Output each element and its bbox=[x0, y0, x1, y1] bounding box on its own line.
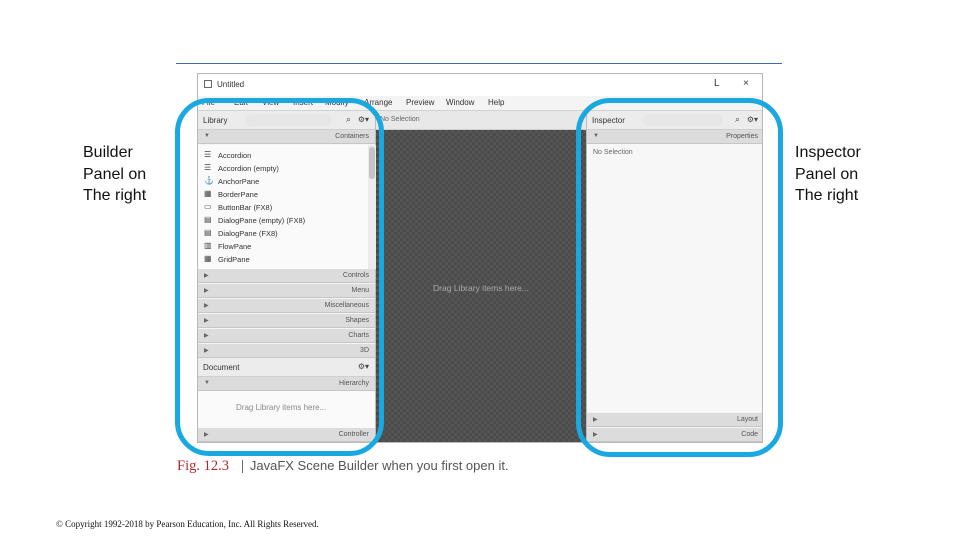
expanded-arrow-icon: ▼ bbox=[204, 133, 210, 139]
section-3d[interactable]: ▶ 3D bbox=[198, 344, 375, 358]
anchorpane-icon: ⚓ bbox=[204, 176, 214, 185]
collapsed-arrow-icon: ▶ bbox=[204, 432, 209, 438]
gear-dropdown-icon[interactable]: ⚙▾ bbox=[358, 362, 369, 371]
canvas-drop-area[interactable]: Drag Library items here... bbox=[376, 130, 586, 442]
library-scrollbar[interactable] bbox=[368, 145, 376, 269]
menu-arrange[interactable]: Arrange bbox=[364, 98, 392, 107]
inspector-body: No Selection bbox=[587, 144, 762, 412]
section-code[interactable]: ▶ Code bbox=[587, 428, 762, 442]
library-item[interactable]: ▭ ButtonBar (FX8) bbox=[202, 201, 362, 214]
menu-modify[interactable]: Modify bbox=[325, 98, 349, 107]
library-item[interactable]: ☰ Accordion (empty) bbox=[202, 162, 362, 175]
collapsed-arrow-icon: ▶ bbox=[593, 432, 598, 438]
library-title: Library bbox=[203, 116, 228, 125]
library-header: Library ⌕ ⚙▾ bbox=[198, 111, 375, 130]
menu-insert[interactable]: Insert bbox=[293, 98, 313, 107]
figure-caption: Fig. 12.3 | JavaFX Scene Builder when you … bbox=[177, 458, 509, 475]
content-canvas: No Selection Drag Library items here... bbox=[376, 111, 586, 442]
section-charts[interactable]: ▶ Charts bbox=[198, 329, 375, 343]
section-menu[interactable]: ▶ Menu bbox=[198, 284, 375, 298]
collapsed-arrow-icon: ▶ bbox=[204, 288, 209, 294]
window-title: Untitled bbox=[217, 80, 245, 89]
collapsed-arrow-icon: ▶ bbox=[204, 318, 209, 324]
scene-builder-window: Untitled L × File Edit View Insert Modif… bbox=[197, 73, 763, 443]
menu-preview[interactable]: Preview bbox=[406, 98, 434, 107]
expanded-arrow-icon: ▼ bbox=[204, 380, 210, 386]
minimize-button[interactable]: L bbox=[714, 78, 720, 89]
flowpane-icon: ▥ bbox=[204, 241, 212, 250]
dialogpane-icon: ▤ bbox=[204, 228, 212, 237]
accordion-icon: ☰ bbox=[204, 163, 212, 172]
section-hierarchy[interactable]: ▼ Hierarchy bbox=[198, 377, 375, 391]
canvas-placeholder: Drag Library items here... bbox=[433, 283, 529, 293]
section-controller[interactable]: ▶ Controller bbox=[198, 428, 375, 442]
accordion-icon: ☰ bbox=[204, 150, 212, 159]
window-icon bbox=[204, 80, 212, 88]
builder-panel-annotation: Builder Panel on The right bbox=[83, 144, 147, 204]
section-shapes[interactable]: ▶ Shapes bbox=[198, 314, 375, 328]
gridpane-icon: ▦ bbox=[204, 254, 212, 263]
collapsed-arrow-icon: ▶ bbox=[204, 333, 209, 339]
inspector-empty-text: No Selection bbox=[593, 149, 633, 156]
section-properties[interactable]: ▼ Properties bbox=[587, 130, 762, 144]
library-item[interactable]: ☰ Accordion bbox=[202, 149, 362, 162]
scrollbar-thumb[interactable] bbox=[369, 147, 375, 179]
borderpane-icon: ▦ bbox=[204, 189, 212, 198]
hierarchy-placeholder: Drag Library items here... bbox=[236, 403, 327, 412]
gear-dropdown-icon[interactable]: ⚙▾ bbox=[358, 115, 369, 124]
magnifier-icon[interactable]: ⌕ bbox=[735, 114, 740, 125]
document-title: Document bbox=[203, 363, 240, 372]
caption-separator: | bbox=[240, 458, 244, 474]
containers-list: ☰ Accordion ☰ Accordion (empty) ⚓ AnchorPan… bbox=[198, 145, 368, 269]
library-panel: Library ⌕ ⚙▾ ▼ Containers ☰ Accordion ☰ Ac… bbox=[198, 111, 376, 442]
library-item[interactable]: ▦ GridPane bbox=[202, 253, 362, 266]
menu-window[interactable]: Window bbox=[446, 98, 474, 107]
collapsed-arrow-icon: ▶ bbox=[204, 348, 209, 354]
section-miscellaneous[interactable]: ▶ Miscellaneous bbox=[198, 299, 375, 313]
section-controls[interactable]: ▶ Controls bbox=[198, 269, 375, 283]
gear-dropdown-icon[interactable]: ⚙▾ bbox=[747, 115, 758, 124]
magnifier-icon[interactable]: ⌕ bbox=[346, 114, 351, 125]
menu-file[interactable]: File bbox=[202, 98, 215, 107]
close-button[interactable]: × bbox=[743, 78, 749, 89]
inspector-search-field[interactable] bbox=[643, 114, 723, 126]
section-layout[interactable]: ▶ Layout bbox=[587, 413, 762, 427]
expanded-arrow-icon: ▼ bbox=[593, 133, 599, 139]
document-header: Document ⚙▾ bbox=[198, 358, 375, 377]
collapsed-arrow-icon: ▶ bbox=[593, 417, 598, 423]
library-item[interactable]: ▤ DialogPane (FX8) bbox=[202, 227, 362, 240]
title-bar: Untitled L × bbox=[198, 74, 762, 96]
selection-text: No Selection bbox=[380, 116, 420, 123]
menu-edit[interactable]: Edit bbox=[234, 98, 248, 107]
hierarchy-area: Drag Library items here... bbox=[198, 391, 375, 428]
library-search-field[interactable] bbox=[246, 114, 332, 126]
menu-bar: File Edit View Insert Modify Arrange Pre… bbox=[198, 96, 762, 111]
inspector-title: Inspector bbox=[592, 116, 625, 125]
section-containers[interactable]: ▼ Containers bbox=[198, 130, 375, 144]
caption-text: JavaFX Scene Builder when you first open… bbox=[249, 458, 509, 473]
buttonbar-icon: ▭ bbox=[204, 202, 212, 211]
menu-view[interactable]: View bbox=[262, 98, 279, 107]
inspector-panel-annotation: Inspector Panel on The right bbox=[795, 144, 861, 204]
dialogpane-icon: ▤ bbox=[204, 215, 212, 224]
inspector-panel: Inspector ⌕ ⚙▾ ▼ Properties No Selection … bbox=[586, 111, 762, 442]
slide-top-rule bbox=[176, 63, 782, 64]
collapsed-arrow-icon: ▶ bbox=[204, 303, 209, 309]
collapsed-arrow-icon: ▶ bbox=[204, 273, 209, 279]
library-item[interactable]: ▦ BorderPane bbox=[202, 188, 362, 201]
selection-bar: No Selection bbox=[376, 111, 586, 130]
copyright-notice: © Copyright 1992-2018 by Pearson Educati… bbox=[56, 519, 319, 529]
library-item[interactable]: ⚓ AnchorPane bbox=[202, 175, 362, 188]
inspector-header: Inspector ⌕ ⚙▾ bbox=[587, 111, 762, 130]
library-item[interactable]: ▥ FlowPane bbox=[202, 240, 362, 253]
library-item[interactable]: ▤ DialogPane (empty) (FX8) bbox=[202, 214, 362, 227]
menu-help[interactable]: Help bbox=[488, 98, 504, 107]
figure-number: Fig. 12.3 bbox=[177, 458, 229, 474]
